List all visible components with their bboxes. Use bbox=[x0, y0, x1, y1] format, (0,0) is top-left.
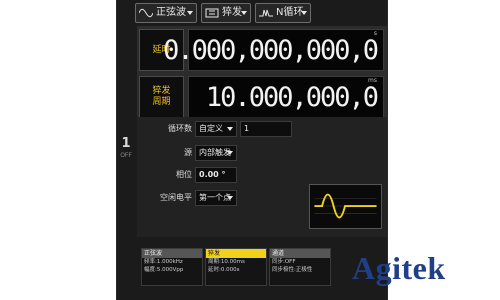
burst-period-row: 猝发 周期 ms 10.000,000,0 bbox=[137, 73, 387, 121]
phase-field[interactable]: 0.00 ° bbox=[195, 167, 237, 183]
chevron-down-icon bbox=[187, 11, 193, 15]
source-row: 源 内部触发 bbox=[137, 144, 387, 162]
burst-summary-card[interactable]: 猝发 周期:10.00ms 延时:0.000s bbox=[205, 248, 267, 286]
chevron-down-icon bbox=[301, 11, 307, 15]
burst-delay: 延时:0.000s bbox=[208, 267, 240, 273]
channel-summary-title: 通道 bbox=[270, 249, 330, 258]
mode-toolbar: 正弦波 猝发 N循环 bbox=[135, 3, 387, 25]
burst-label: 猝发 bbox=[222, 7, 242, 18]
burst-type-dropdown[interactable]: N循环 bbox=[255, 3, 311, 23]
phase-label: 相位 bbox=[176, 170, 192, 179]
sine-amplitude: 幅度:5.000Vpp bbox=[144, 267, 184, 273]
chevron-down-icon bbox=[227, 151, 233, 155]
channel-number: 1 bbox=[121, 136, 131, 151]
idle-level-dropdown[interactable]: 第一个点 bbox=[195, 190, 237, 206]
burst-period-value-display[interactable]: ms 10.000,000,0 bbox=[188, 76, 384, 118]
chevron-down-icon bbox=[227, 196, 233, 200]
sine-summary-title: 正弦波 bbox=[142, 249, 202, 258]
burst-parameters-panel: 循环数 自定义 1 源 内部触发 相位 0.00 ° 空闲电平 第一个点 bbox=[137, 117, 387, 237]
channel-indicator[interactable]: 1 OFF bbox=[119, 136, 133, 160]
cycles-mode-value: 自定义 bbox=[199, 124, 223, 133]
cycles-mode-dropdown[interactable]: 自定义 bbox=[195, 121, 237, 137]
phase-value: 0.00 ° bbox=[199, 170, 226, 179]
channel-sync: 同步:OFF bbox=[272, 259, 296, 265]
phase-row: 相位 0.00 ° bbox=[137, 166, 387, 184]
source-label: 源 bbox=[184, 148, 192, 157]
waveform-dropdown[interactable]: 正弦波 bbox=[135, 3, 197, 23]
cycles-count-value: 1 bbox=[244, 124, 250, 133]
channel-summary-card[interactable]: 通道 同步:OFF 同步极性:正极性 bbox=[269, 248, 331, 286]
cycles-row: 循环数 自定义 1 bbox=[137, 120, 387, 138]
burst-period-softkey[interactable]: 猝发 周期 bbox=[139, 76, 184, 118]
burst-period-value: 10.000,000,0 bbox=[205, 82, 379, 113]
idle-level-label: 空闲电平 bbox=[160, 193, 192, 202]
chevron-down-icon bbox=[241, 11, 247, 15]
burst-period: 周期:10.00ms bbox=[208, 259, 245, 265]
burst-summary-title: 猝发 bbox=[206, 249, 266, 258]
waveform-preview bbox=[309, 184, 382, 229]
brand-logo: Agitek bbox=[352, 250, 446, 286]
burst-period-label-1: 猝发 bbox=[152, 86, 171, 96]
delay-row: 延时 s 0.000,000,000,0 bbox=[137, 26, 387, 74]
channel-state: OFF bbox=[120, 152, 132, 159]
delay-value-display[interactable]: s 0.000,000,000,0 bbox=[163, 29, 384, 71]
chevron-down-icon bbox=[227, 127, 233, 131]
delay-value: 0.000,000,000,0 bbox=[163, 35, 379, 66]
waveform-label: 正弦波 bbox=[156, 7, 186, 18]
n-cycle-icon bbox=[259, 9, 273, 17]
sine-wave-icon bbox=[139, 8, 153, 18]
burst-icon bbox=[205, 8, 219, 18]
burst-type-label: N循环 bbox=[276, 7, 304, 18]
status-summary: 正弦波 频率:1.000kHz 幅度:5.000Vpp 猝发 周期:10.00m… bbox=[137, 248, 387, 288]
cycles-label: 循环数 bbox=[168, 124, 192, 133]
sine-frequency: 频率:1.000kHz bbox=[144, 259, 183, 265]
channel-sync-polarity: 同步极性:正极性 bbox=[272, 267, 313, 273]
burst-period-label-2: 周期 bbox=[152, 97, 171, 107]
sine-summary-card[interactable]: 正弦波 频率:1.000kHz 幅度:5.000Vpp bbox=[141, 248, 203, 286]
cycles-count-field[interactable]: 1 bbox=[240, 121, 292, 137]
instrument-screen: 正弦波 猝发 N循环 延时 s 0.000,000,000,0 猝发 周期 ms… bbox=[116, 0, 388, 300]
burst-dropdown[interactable]: 猝发 bbox=[201, 3, 251, 23]
source-dropdown[interactable]: 内部触发 bbox=[195, 145, 237, 161]
